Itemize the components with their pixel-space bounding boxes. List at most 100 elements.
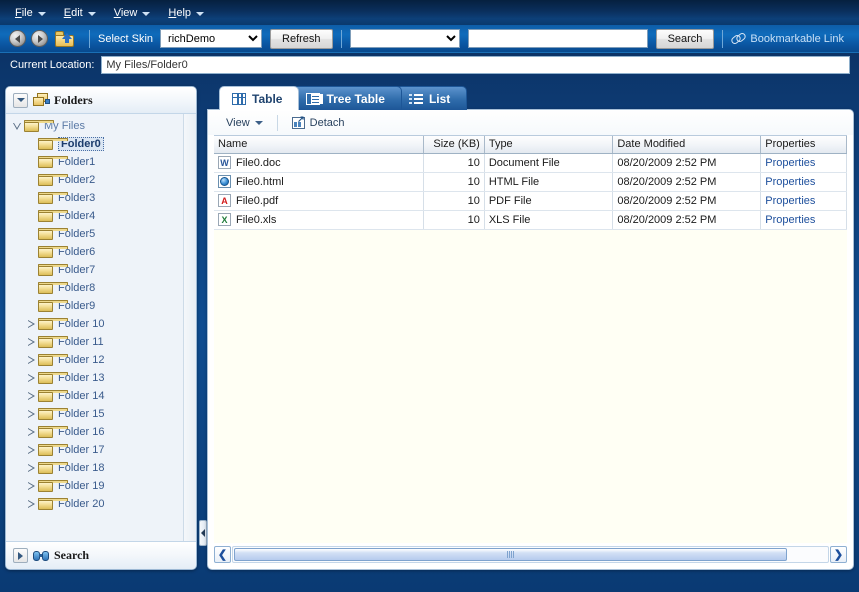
- menu-item-help[interactable]: Help: [166, 6, 210, 20]
- column-header-props[interactable]: Properties: [760, 136, 847, 154]
- chevron-down-icon: [254, 120, 263, 125]
- back-button[interactable]: [9, 30, 26, 47]
- table-row[interactable]: W File0.doc 10 Document File 08/20/2009 2:52…: [214, 153, 847, 173]
- tree-expand-toggle[interactable]: [24, 317, 38, 331]
- tree-node-folder6[interactable]: Folder6: [6, 243, 196, 261]
- cell-type: Document File: [484, 153, 614, 173]
- tree-node-folder9[interactable]: Folder9: [6, 297, 196, 315]
- column-header-type[interactable]: Type: [484, 136, 614, 154]
- folder-up-button[interactable]: [55, 30, 74, 47]
- tree-expand-toggle[interactable]: [24, 461, 38, 475]
- tree-node-folder-19[interactable]: Folder 19: [6, 477, 196, 495]
- tree-node-folder-12[interactable]: Folder 12: [6, 351, 196, 369]
- menu-item-file[interactable]: File: [13, 6, 52, 20]
- splitter-collapse-handle[interactable]: [199, 520, 207, 546]
- tree-node-folder-11[interactable]: Folder 11: [6, 333, 196, 351]
- tree-node-folder1[interactable]: Folder1: [6, 153, 196, 171]
- cell-properties: Properties: [760, 172, 847, 192]
- column-header-name[interactable]: Name: [214, 136, 424, 154]
- tab-table[interactable]: Table: [219, 86, 300, 110]
- search-disclosure-button[interactable]: [13, 548, 28, 563]
- horizontal-scroll-track[interactable]: [232, 546, 829, 563]
- properties-link[interactable]: Properties: [765, 195, 815, 207]
- tree-node-folder2[interactable]: Folder2: [6, 171, 196, 189]
- properties-link[interactable]: Properties: [765, 157, 815, 169]
- tree-node-folder-10[interactable]: Folder 10: [6, 315, 196, 333]
- search-button[interactable]: Search: [655, 28, 715, 49]
- tree-expand-toggle[interactable]: [24, 479, 38, 493]
- table-row[interactable]: File0.html 10 HTML File 08/20/2009 2:52 PM P…: [214, 172, 847, 192]
- search-input[interactable]: [467, 29, 648, 48]
- tree-node-folder8[interactable]: Folder8: [6, 279, 196, 297]
- tree-node-folder-15[interactable]: Folder 15: [6, 405, 196, 423]
- tree-toggle-spacer: [24, 209, 38, 223]
- tree-node-folder-13[interactable]: Folder 13: [6, 369, 196, 387]
- menu-item-view[interactable]: View: [112, 6, 157, 20]
- properties-link[interactable]: Properties: [765, 176, 815, 188]
- table-horizontal-scrollbar[interactable]: ❮ ❯: [214, 545, 847, 564]
- bookmarkable-link[interactable]: Bookmarkable Link: [731, 32, 844, 45]
- menu-item-label: Help: [168, 6, 192, 19]
- folder-tree-vertical-scrollbar[interactable]: [183, 114, 196, 541]
- detach-button[interactable]: Detach: [286, 114, 351, 131]
- tab-list[interactable]: List: [395, 86, 468, 110]
- column-header-size[interactable]: Size (KB): [423, 136, 485, 154]
- search-filter-select[interactable]: [349, 29, 460, 48]
- tree-toggle-spacer: [24, 299, 38, 313]
- folder-icon: [38, 282, 68, 294]
- properties-link[interactable]: Properties: [765, 214, 815, 226]
- tree-node-folder-17[interactable]: Folder 17: [6, 441, 196, 459]
- table-row[interactable]: A File0.pdf 10 PDF File 08/20/2009 2:52 PM Pr…: [214, 191, 847, 211]
- refresh-button[interactable]: Refresh: [270, 28, 333, 49]
- folder-icon: [38, 444, 68, 456]
- tree-node-folder5[interactable]: Folder5: [6, 225, 196, 243]
- tree-toggle-spacer: [24, 173, 38, 187]
- cell-type: XLS File: [484, 210, 614, 230]
- cell-date: 08/20/2009 2:52 PM: [612, 172, 762, 192]
- tree-expand-toggle[interactable]: [24, 425, 38, 439]
- current-location-input[interactable]: [101, 56, 850, 74]
- chevron-down-icon: [16, 98, 25, 102]
- tree-toggle-spacer: [24, 227, 38, 241]
- tree-expand-toggle[interactable]: [24, 371, 38, 385]
- tree-expand-toggle[interactable]: [24, 497, 38, 511]
- folder-icon: [38, 228, 68, 240]
- panel-splitter[interactable]: [197, 86, 207, 570]
- tree-node-folder-18[interactable]: Folder 18: [6, 459, 196, 477]
- folder-icon: [38, 210, 68, 222]
- table-toolbar-divider: [276, 114, 278, 131]
- tree-node-folder3[interactable]: Folder3: [6, 189, 196, 207]
- search-panel-header[interactable]: Search: [6, 542, 196, 569]
- column-header-date[interactable]: Date Modified: [612, 136, 762, 154]
- tree-node-my-files[interactable]: My Files: [6, 117, 196, 135]
- tree-expand-toggle[interactable]: [24, 335, 38, 349]
- scroll-left-button[interactable]: ❮: [214, 546, 231, 563]
- view-menu-button[interactable]: View: [220, 115, 269, 131]
- tree-expand-toggle[interactable]: [10, 119, 24, 133]
- forward-button[interactable]: [31, 30, 48, 47]
- folder-icon: [38, 426, 68, 438]
- detach-icon: [291, 114, 305, 129]
- folders-disclosure-button[interactable]: [13, 92, 28, 108]
- tree-node-folder-16[interactable]: Folder 16: [6, 423, 196, 441]
- word-doc-icon: W: [218, 156, 231, 169]
- file-name-label: File0.xls: [236, 213, 277, 226]
- tree-node-folder4[interactable]: Folder4: [6, 207, 196, 225]
- horizontal-scroll-thumb[interactable]: [234, 548, 788, 561]
- scroll-right-button[interactable]: ❯: [830, 546, 847, 563]
- tree-expand-toggle[interactable]: [24, 443, 38, 457]
- menu-item-edit[interactable]: Edit: [62, 6, 102, 20]
- tree-expand-toggle[interactable]: [24, 407, 38, 421]
- tab-tree-table[interactable]: Tree Table: [293, 86, 402, 110]
- tree-node-folder0[interactable]: Folder0: [6, 135, 196, 153]
- skin-select[interactable]: richDemo: [160, 29, 263, 48]
- tree-node-folder-14[interactable]: Folder 14: [6, 387, 196, 405]
- tree-toggle-spacer: [24, 137, 38, 151]
- folder-icon: [38, 318, 68, 330]
- tree-expand-toggle[interactable]: [24, 389, 38, 403]
- menu-item-label: Edit: [63, 6, 83, 19]
- tree-expand-toggle[interactable]: [24, 353, 38, 367]
- tree-node-folder7[interactable]: Folder7: [6, 261, 196, 279]
- table-row[interactable]: X File0.xls 10 XLS File 08/20/2009 2:52 PM Pr…: [214, 210, 847, 230]
- tree-node-folder-20[interactable]: Folder 20: [6, 495, 196, 513]
